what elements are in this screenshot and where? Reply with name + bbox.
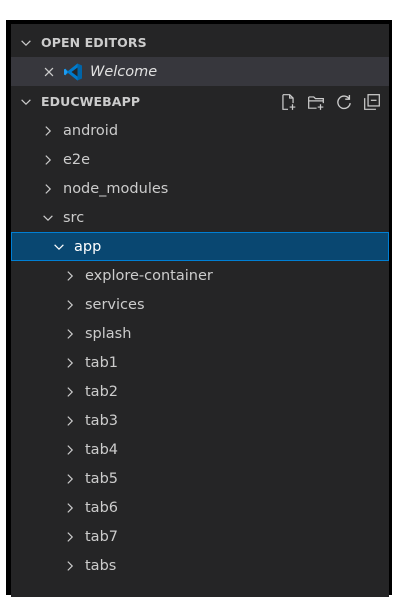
tree-item-tab2[interactable]: tab2 <box>11 377 389 406</box>
tree-item-e2e[interactable]: e2e <box>11 145 389 174</box>
tree-item-tab5[interactable]: tab5 <box>11 464 389 493</box>
tree-item-app[interactable]: app <box>11 232 389 261</box>
chevron-down-icon <box>19 95 33 109</box>
tree-item-android[interactable]: android <box>11 116 389 145</box>
new-folder-icon[interactable] <box>305 91 327 113</box>
chevron-right-icon <box>63 269 77 283</box>
tree-item-label: tab7 <box>85 528 119 545</box>
refresh-icon[interactable] <box>333 91 355 113</box>
tree-item-label: tab6 <box>85 499 119 516</box>
chevron-right-icon <box>63 530 77 544</box>
tree-item-label: e2e <box>63 151 91 168</box>
chevron-right-icon <box>63 356 77 370</box>
vscode-logo-icon <box>63 62 83 82</box>
open-editor-label: Welcome <box>90 63 158 80</box>
chevron-right-icon <box>63 385 77 399</box>
tree-item-label: tabs <box>85 557 117 574</box>
explorer-actions <box>277 87 383 116</box>
tree-item-tabs[interactable]: tabs <box>11 551 389 580</box>
chevron-right-icon <box>63 298 77 312</box>
tree-item-label: android <box>63 122 119 139</box>
chevron-right-icon <box>63 327 77 341</box>
chevron-right-icon <box>63 501 77 515</box>
tree-item-label: splash <box>85 325 132 342</box>
tree-item-label: tab3 <box>85 412 119 429</box>
open-editors-title: OPEN EDITORS <box>41 35 147 50</box>
tree-item-tab6[interactable]: tab6 <box>11 493 389 522</box>
tree-item-tab4[interactable]: tab4 <box>11 435 389 464</box>
chevron-down-icon <box>41 211 55 225</box>
collapse-all-icon[interactable] <box>361 91 383 113</box>
tree-item-label: tab5 <box>85 470 119 487</box>
tree-item-label: node_modules <box>63 180 169 197</box>
tree-item-node-modules[interactable]: node_modules <box>11 174 389 203</box>
tree-item-label: tab2 <box>85 383 119 400</box>
tree-item-splash[interactable]: splash <box>11 319 389 348</box>
new-file-icon[interactable] <box>277 91 299 113</box>
close-icon[interactable] <box>41 64 57 80</box>
project-header[interactable]: EDUCWEBAPP <box>11 87 389 116</box>
tree-item-src[interactable]: src <box>11 203 389 232</box>
tree-item-services[interactable]: services <box>11 290 389 319</box>
tree-item-tab1[interactable]: tab1 <box>11 348 389 377</box>
chevron-right-icon <box>41 124 55 138</box>
tree-item-explore-container[interactable]: explore-container <box>11 261 389 290</box>
tree-item-label: services <box>85 296 145 313</box>
open-editors-header[interactable]: OPEN EDITORS <box>11 28 389 57</box>
chevron-right-icon <box>63 414 77 428</box>
chevron-right-icon <box>63 559 77 573</box>
project-title: EDUCWEBAPP <box>41 94 141 109</box>
tree-item-label: tab4 <box>85 441 119 458</box>
tree-item-tab3[interactable]: tab3 <box>11 406 389 435</box>
chevron-right-icon <box>63 443 77 457</box>
tree-item-label: src <box>63 209 85 226</box>
chevron-right-icon <box>41 153 55 167</box>
chevron-right-icon <box>41 182 55 196</box>
tree-item-tab7[interactable]: tab7 <box>11 522 389 551</box>
tree-item-label: app <box>74 238 102 255</box>
tree-item-label: tab1 <box>85 354 119 371</box>
chevron-down-icon <box>19 36 33 50</box>
tree-item-label: explore-container <box>85 267 213 284</box>
explorer-panel: OPEN EDITORS Welcome EDUCWEBAPP android … <box>11 24 389 597</box>
chevron-right-icon <box>63 472 77 486</box>
open-editor-welcome[interactable]: Welcome <box>11 57 389 86</box>
chevron-down-icon <box>52 240 66 254</box>
